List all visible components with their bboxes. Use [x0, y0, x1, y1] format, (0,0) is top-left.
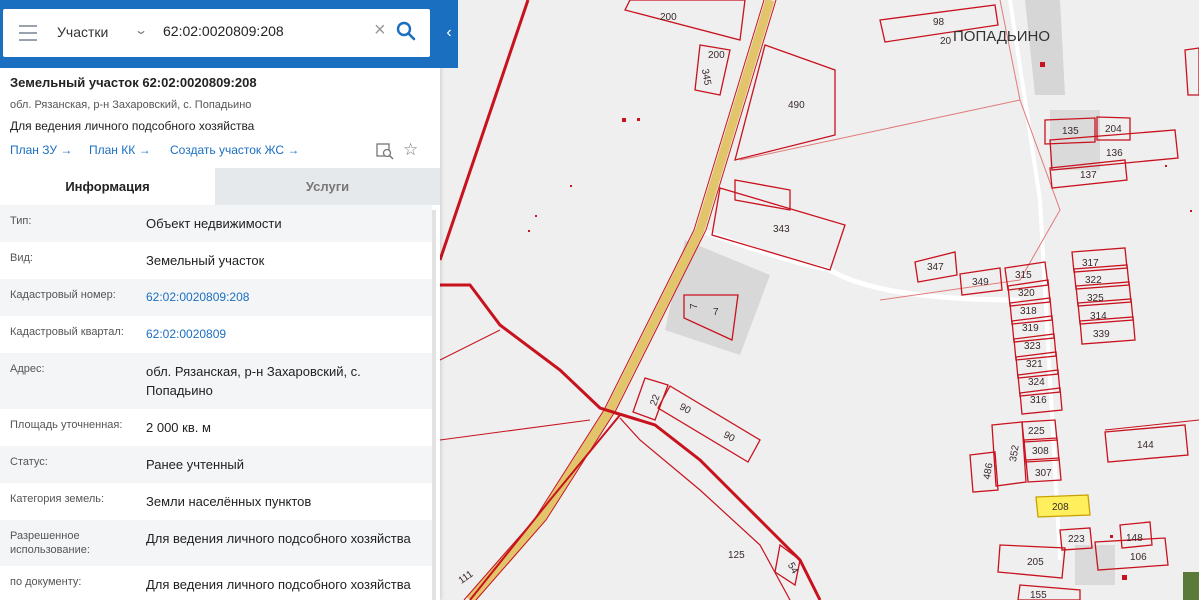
parcel-label[interactable]: 125 [728, 550, 745, 561]
parcel-label[interactable]: 155 [1030, 590, 1047, 600]
cadastral-number-link[interactable]: 62:02:0020809:208 [146, 288, 432, 307]
search-bar: Участки ⌄ × [0, 0, 440, 68]
tab-services[interactable]: Услуги [215, 168, 440, 205]
info-row: Разрешенное использование: Для ведения ли… [0, 520, 432, 566]
row-value: Для ведения личного подсобного хозяйства [146, 531, 411, 546]
row-value: обл. Рязанская, р-н Захаровский, с. Попа… [146, 364, 361, 398]
create-parcel-link[interactable]: Создать участок ЖС → [170, 143, 299, 157]
info-row: Кадастровый номер: 62:02:0020809:208 [0, 279, 432, 316]
info-row: Вид: Земельный участок [0, 242, 432, 279]
info-row: Категория земель: Земли населённых пункто… [0, 483, 432, 520]
row-key: Вид: [10, 252, 33, 264]
parcel-label[interactable]: 135 [1062, 126, 1079, 137]
parcel-label[interactable]: 317 [1082, 258, 1099, 269]
parcel-label[interactable]: 343 [773, 224, 790, 235]
search-icon[interactable] [395, 20, 419, 44]
info-row: Площадь уточненная: 2 000 кв. м [0, 409, 432, 446]
search-type-select[interactable]: Участки [57, 24, 108, 40]
card-purpose: Для ведения личного подсобного хозяйства [10, 119, 255, 133]
row-value: 2 000 кв. м [146, 420, 211, 435]
parcel-label[interactable]: 148 [1126, 533, 1143, 544]
parcel-label[interactable]: 323 [1024, 341, 1041, 352]
parcel-label[interactable]: 315 [1015, 270, 1032, 281]
cadastral-quarter-link[interactable]: 62:02:0020809 [146, 325, 432, 344]
row-value: Земли населённых пунктов [146, 494, 312, 509]
parcel-label[interactable]: 208 [1052, 502, 1069, 513]
parcel-label[interactable]: 319 [1022, 323, 1039, 334]
parcel-label[interactable]: 20 [940, 36, 952, 47]
parcel-label[interactable]: 106 [1130, 552, 1147, 563]
parcel-label[interactable]: 307 [1035, 468, 1052, 479]
card-address: обл. Рязанская, р-н Захаровский, с. Попа… [10, 99, 252, 111]
info-row: Адрес: обл. Рязанская, р-н Захаровский, с… [0, 353, 432, 409]
row-key: Разрешенное использование: [10, 530, 90, 556]
parcel-label[interactable]: 325 [1087, 293, 1104, 304]
row-key: Тип: [10, 215, 32, 227]
parcel-label[interactable]: 322 [1085, 275, 1102, 286]
info-row: по документу: Для ведения личного подсобн… [0, 566, 432, 600]
parcel-label[interactable]: 308 [1032, 446, 1049, 457]
row-value: Земельный участок [146, 253, 265, 268]
parcel-label[interactable]: 144 [1137, 440, 1154, 451]
parcel-label[interactable]: 205 [1027, 557, 1044, 568]
parcel-label[interactable]: 225 [1028, 426, 1045, 437]
map-zoom-icon[interactable] [376, 142, 394, 160]
row-key: по документу: [10, 576, 82, 588]
info-row: Кадастровый квартал: 62:02:0020809 [0, 316, 432, 353]
row-key: Статус: [10, 456, 48, 468]
parcel-label[interactable]: 7 [713, 307, 719, 318]
plan-kk-link[interactable]: План КК → [89, 143, 151, 157]
parcel-label[interactable]: 137 [1080, 170, 1097, 181]
chevron-down-icon[interactable]: ⌄ [134, 23, 148, 37]
parcel-label[interactable]: 136 [1106, 148, 1123, 159]
parcel-label[interactable]: 320 [1018, 288, 1035, 299]
parcel-label[interactable]: 349 [972, 277, 989, 288]
collapse-panel-button[interactable]: ‹ [440, 0, 458, 68]
scrollbar[interactable] [432, 210, 436, 600]
favorite-star-icon[interactable]: ☆ [403, 140, 418, 160]
parcel-label[interactable]: 339 [1093, 329, 1110, 340]
search-input[interactable] [161, 22, 370, 40]
row-value: Для ведения личного подсобного хозяйства [146, 577, 411, 592]
info-table: Тип: Объект недвижимости Вид: Земельный уч… [0, 205, 432, 600]
row-key: Кадастровый номер: [10, 289, 116, 301]
hamburger-menu-icon[interactable] [19, 25, 37, 41]
parcel-label[interactable]: 98 [933, 17, 945, 28]
row-key: Адрес: [10, 363, 45, 375]
info-panel: Участки ⌄ × Земельный участок 62:02:0020… [0, 0, 440, 600]
row-value: Ранее учтенный [146, 457, 244, 472]
parcel-label[interactable]: 347 [927, 262, 944, 273]
row-value: Объект недвижимости [146, 216, 282, 231]
search-box: Участки ⌄ × [3, 9, 430, 57]
row-key: Кадастровый квартал: [10, 326, 124, 338]
tabs: Информация Услуги [0, 168, 440, 205]
parcel-label[interactable]: 321 [1026, 359, 1043, 370]
plan-zu-link[interactable]: План ЗУ → [10, 143, 72, 157]
clear-icon[interactable]: × [374, 19, 386, 42]
parcel-label[interactable]: 314 [1090, 311, 1107, 322]
row-key: Категория земель: [10, 493, 105, 505]
village-name: ПОПАДЬИНО [953, 28, 1050, 45]
parcel-label[interactable]: 7 [689, 303, 700, 309]
card-title: Земельный участок 62:02:0020809:208 [10, 75, 257, 90]
parcel-label[interactable]: 490 [788, 100, 805, 111]
parcel-label[interactable]: 223 [1068, 534, 1085, 545]
parcel-label[interactable]: 204 [1105, 124, 1122, 135]
parcel-label[interactable]: 316 [1030, 395, 1047, 406]
row-key: Площадь уточненная: [10, 419, 123, 431]
parcel-label[interactable]: 200 [708, 50, 725, 61]
info-row: Тип: Объект недвижимости [0, 205, 432, 242]
parcel-label[interactable]: 200 [660, 12, 677, 23]
tab-information[interactable]: Информация [0, 168, 215, 205]
info-row: Статус: Ранее учтенный [0, 446, 432, 483]
parcel-label[interactable]: 324 [1028, 377, 1045, 388]
parcel-label[interactable]: 318 [1020, 306, 1037, 317]
